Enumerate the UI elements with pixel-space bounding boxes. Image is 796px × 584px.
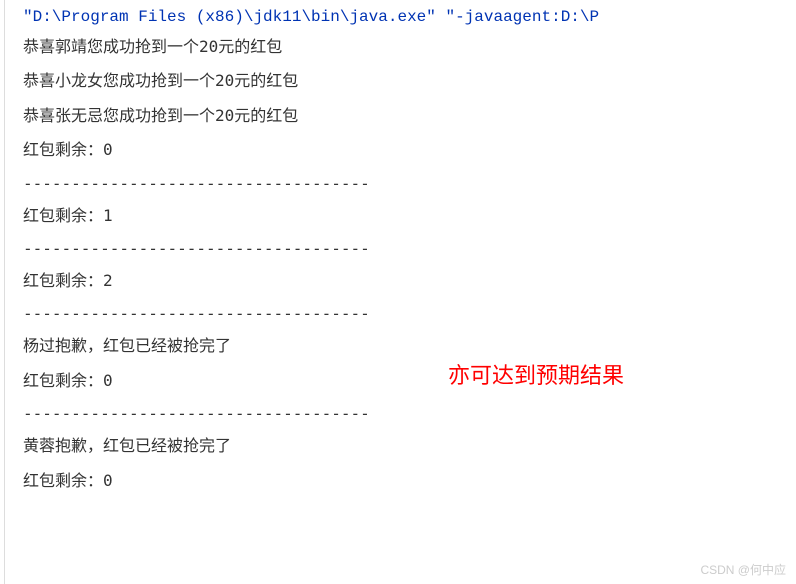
separator-line: ------------------------------------ <box>23 304 796 323</box>
annotation-text: 亦可达到预期结果 <box>448 358 624 390</box>
output-line-fail: 黄蓉抱歉，红包已经被抢完了 <box>23 435 796 457</box>
output-line-success: 恭喜郭靖您成功抢到一个20元的红包 <box>23 36 796 58</box>
output-line-remaining: 红包剩余：0 <box>23 139 796 161</box>
output-line-remaining: 红包剩余：0 <box>23 470 796 492</box>
output-line-remaining: 红包剩余：1 <box>23 205 796 227</box>
output-line-fail: 杨过抱歉，红包已经被抢完了 <box>23 335 796 357</box>
command-line: "D:\Program Files (x86)\jdk11\bin\java.e… <box>23 8 796 26</box>
separator-line: ------------------------------------ <box>23 239 796 258</box>
console-output: "D:\Program Files (x86)\jdk11\bin\java.e… <box>4 0 796 584</box>
separator-line: ------------------------------------ <box>23 174 796 193</box>
output-line-remaining: 红包剩余：0 <box>23 370 796 392</box>
output-line-success: 恭喜小龙女您成功抢到一个20元的红包 <box>23 70 796 92</box>
output-line-remaining: 红包剩余：2 <box>23 270 796 292</box>
output-line-success: 恭喜张无忌您成功抢到一个20元的红包 <box>23 105 796 127</box>
separator-line: ------------------------------------ <box>23 404 796 423</box>
watermark: CSDN @何中应 <box>700 561 786 578</box>
